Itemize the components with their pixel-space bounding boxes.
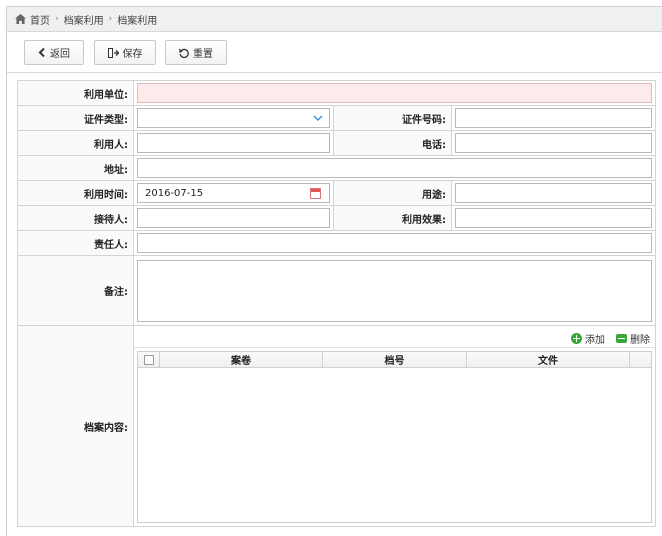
receiver-field[interactable] <box>137 208 330 228</box>
breadcrumb: 首页 › 档案利用 › 档案利用 <box>7 7 662 32</box>
breadcrumb-separator: › <box>55 14 59 24</box>
back-label: 返回 <box>50 49 70 60</box>
delete-button[interactable]: 删除 <box>616 331 650 346</box>
remarks-label: 备注: <box>17 255 134 326</box>
id-number-field[interactable] <box>455 108 653 128</box>
id-type-select[interactable] <box>137 108 330 128</box>
grid-header-filler <box>630 352 651 367</box>
toolbar: 返回 保存 重置 <box>7 33 662 73</box>
reset-icon <box>179 48 189 58</box>
delete-label: 删除 <box>630 335 651 346</box>
save-label: 保存 <box>122 49 143 60</box>
select-all-cell <box>138 352 160 367</box>
home-icon <box>15 14 26 24</box>
unit-label: 利用单位: <box>17 80 134 106</box>
grid-header: 案卷 档号 文件 <box>138 352 652 368</box>
phone-field[interactable] <box>455 133 653 153</box>
back-button[interactable]: 返回 <box>24 40 84 65</box>
phone-label: 电话: <box>333 130 452 156</box>
add-button[interactable]: 添加 <box>571 331 605 346</box>
time-value: 2016-07-15 <box>145 187 204 199</box>
contents-label: 档案内容: <box>17 325 134 527</box>
id-type-label: 证件类型: <box>17 105 134 131</box>
purpose-field[interactable] <box>455 183 653 203</box>
breadcrumb-current: 档案利用 <box>117 15 158 27</box>
address-label: 地址: <box>17 155 134 181</box>
effect-label: 利用效果: <box>333 205 452 231</box>
column-header-archive-number[interactable]: 档号 <box>323 352 467 367</box>
effect-field[interactable] <box>455 208 653 228</box>
contents-grid: 案卷 档号 文件 <box>137 351 653 523</box>
receiver-label: 接待人: <box>17 205 134 231</box>
add-icon <box>571 333 583 344</box>
contents-panel: 添加 删除 案卷 档号 文件 <box>132 325 657 527</box>
unit-field[interactable] <box>137 83 653 103</box>
responsible-label: 责任人: <box>17 230 134 256</box>
purpose-label: 用途: <box>333 180 452 206</box>
chevron-down-icon[interactable] <box>313 114 323 122</box>
back-icon <box>38 48 45 57</box>
select-all-checkbox[interactable] <box>143 354 154 365</box>
time-label: 利用时间: <box>17 180 134 206</box>
id-number-label: 证件号码: <box>333 105 452 131</box>
calendar-icon[interactable] <box>310 188 321 199</box>
time-field[interactable]: 2016-07-15 <box>137 183 330 203</box>
column-header-volume[interactable]: 案卷 <box>160 352 323 367</box>
remove-icon <box>616 334 628 343</box>
reset-label: 重置 <box>193 49 213 60</box>
contents-toolbar: 添加 删除 <box>134 326 656 348</box>
save-button[interactable]: 保存 <box>94 40 156 65</box>
column-header-file[interactable]: 文件 <box>467 352 630 367</box>
breadcrumb-archive-use[interactable]: 档案利用 <box>64 12 104 27</box>
address-field[interactable] <box>137 158 653 178</box>
breadcrumb-home[interactable]: 首页 <box>30 12 50 27</box>
reset-button[interactable]: 重置 <box>165 40 227 65</box>
user-field[interactable] <box>137 133 330 153</box>
add-label: 添加 <box>585 335 606 346</box>
save-icon <box>107 47 119 58</box>
user-label: 利用人: <box>17 130 134 156</box>
archive-use-form: 利用单位: 证件类型: 证件号码: 利用人: 电话: 地址: 利用时间: 201… <box>17 80 657 527</box>
breadcrumb-separator: › <box>108 14 113 24</box>
responsible-field[interactable] <box>137 233 653 253</box>
remarks-textarea[interactable] <box>137 259 653 322</box>
